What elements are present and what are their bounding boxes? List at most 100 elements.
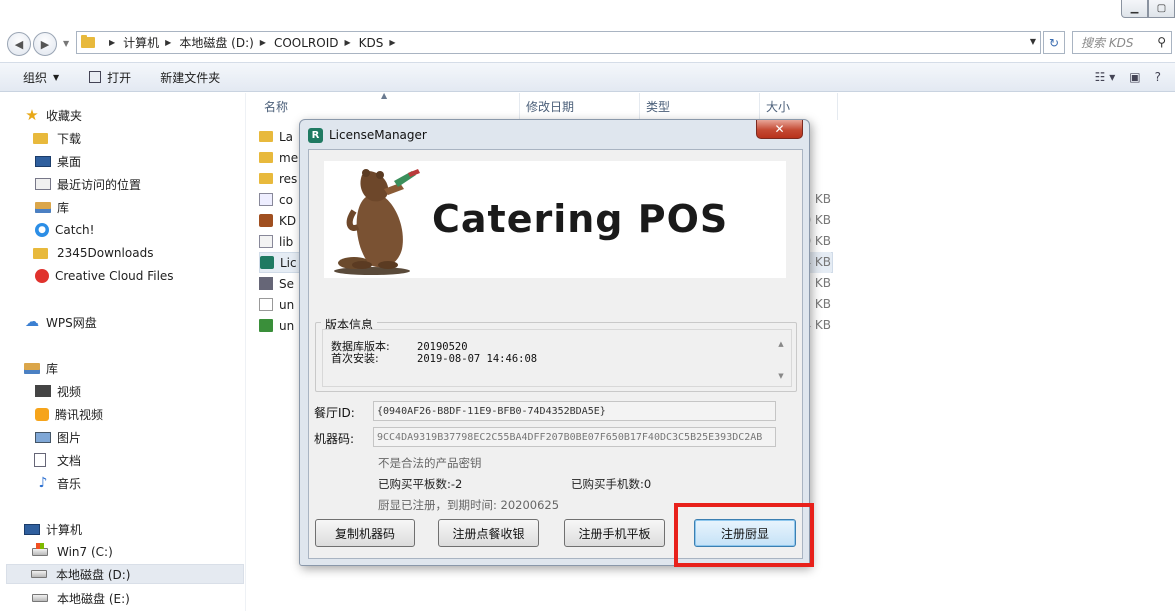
sidebar-item-label: 下载 [57,131,82,146]
music-note-icon: ♪ [38,475,48,491]
scroll-down-icon[interactable]: ▼ [778,372,783,380]
version-info-box[interactable]: 数据库版本: 20190520 首次安装: 2019-08-07 14:46:08 … [322,329,792,387]
breadcrumb-coolroid[interactable]: COOLROID [274,36,339,50]
sidebar-item-drive-c[interactable]: Win7 (C:) [32,542,113,562]
first-install-row: 首次安装: 2019-08-07 14:46:08 [331,350,537,366]
video-icon [35,385,51,397]
dialog-titlebar[interactable]: R LicenseManager [308,125,427,145]
dialog-close-button[interactable]: ✕ [756,120,803,139]
close-icon: ✕ [774,122,785,136]
sidebar-item-drive-e[interactable]: 本地磁盘 (E:) [32,588,130,608]
window-titlebar: ▁ ▢ [0,0,1175,26]
chevron-right-icon[interactable]: ▶ [389,38,395,47]
recent-pages-dropdown-icon[interactable]: ▼ [63,39,69,48]
file-name: Lic [280,255,297,270]
address-history-dropdown-icon[interactable]: ▼ [1030,37,1036,46]
windows-drive-icon [32,543,48,556]
sidebar-item-2345downloads[interactable]: 2345Downloads [32,243,154,263]
beaver-mascot-icon [334,169,420,275]
column-header-modified[interactable]: 修改日期 [520,93,640,120]
kds-registration-status: 厨显已注册，到期时间: 20200625 [378,498,560,512]
view-controls: ☷ ▾ ▣ ? [1095,63,1175,91]
open-button[interactable]: 打开 [89,69,131,86]
breadcrumb-drive-d[interactable]: 本地磁盘 (D:) [179,34,253,51]
help-icon[interactable]: ? [1155,70,1161,84]
register-mobile-tablet-button[interactable]: 注册手机平板 [564,519,665,547]
minimize-button[interactable]: ▁ [1121,0,1148,18]
sidebar-item-label: 腾讯视频 [55,407,104,422]
chevron-right-icon[interactable]: ▶ [109,38,115,47]
star-icon: ★ [25,106,39,124]
sidebar-item-wps-cloud[interactable]: ☁ WPS网盘 [24,312,97,332]
sidebar-item-catch[interactable]: ● Catch! [35,220,94,240]
sidebar-item-drive-d[interactable]: 本地磁盘 (D:) [6,564,244,584]
sidebar-item-label: 2345Downloads [57,246,154,260]
sidebar-item-videos[interactable]: 视频 [35,381,81,401]
desktop-icon [35,155,51,167]
version-info-group: 版本信息 数据库版本: 20190520 首次安装: 2019-08-07 14:4… [315,316,797,392]
sidebar-item-documents[interactable]: 文档 [34,450,81,470]
sidebar-item-label: 桌面 [57,154,82,169]
product-name: Catering POS [432,197,729,241]
sidebar-item-downloads[interactable]: 下载 [32,128,82,148]
file-name: La [279,129,294,144]
sidebar-item-tencent-video[interactable]: 腾讯视频 [35,404,103,424]
sidebar-favorites[interactable]: ★ 收藏夹 [24,105,82,125]
library-file-icon [259,235,273,248]
back-button[interactable]: ◀ [7,32,31,56]
machine-code-field[interactable]: 9CC4DA9319B37798EC2C55BA4DFF207B0BE07F65… [373,427,776,447]
sidebar-item-desktop[interactable]: 桌面 [35,151,81,171]
sidebar-libraries[interactable]: 库 [24,358,58,378]
search-input[interactable]: 搜索 KDS ⚲ [1072,31,1172,54]
sidebar-item-music[interactable]: ♪ 音乐 [35,473,81,493]
product-banner: Catering POS [324,161,786,278]
sidebar-item-label: Win7 (C:) [57,545,113,559]
sidebar-item-label: 音乐 [57,476,82,491]
first-install-value: 2019-08-07 14:46:08 [417,353,538,365]
column-header-size[interactable]: 大小 [760,93,838,120]
highlight-annotation-box [674,503,814,567]
new-folder-button[interactable]: 新建文件夹 [160,69,220,86]
forward-button[interactable]: ▶ [33,32,57,56]
file-name: lib [279,234,294,249]
chevron-right-icon[interactable]: ▶ [165,38,171,47]
breadcrumb-computer[interactable]: 计算机 [123,34,159,51]
license-manager-dialog: R LicenseManager ✕ Catering POS 版本信息 数据库… [299,119,810,566]
view-options-icon[interactable]: ☷ ▾ [1095,70,1116,84]
info-scrollbar[interactable]: ▲ ▼ [775,340,787,380]
register-pos-button[interactable]: 注册点餐收银 [438,519,539,547]
refresh-button[interactable]: ↻ [1043,31,1065,54]
tencent-video-icon [35,407,49,421]
sidebar-item-library-shortcut[interactable]: 库 [35,197,69,217]
column-header-name[interactable]: 名称 [258,93,520,120]
maximize-button[interactable]: ▢ [1148,0,1175,18]
arrow-right-icon: ▶ [40,37,50,51]
recent-places-icon [35,178,51,190]
chevron-down-icon: ▼ [53,72,60,82]
scroll-up-icon[interactable]: ▲ [778,340,783,348]
new-folder-label: 新建文件夹 [160,70,221,85]
file-name: co [279,192,293,207]
breadcrumb-kds[interactable]: KDS [359,36,384,50]
hard-drive-icon [31,570,47,578]
open-icon [89,71,102,83]
document-icon [34,453,46,467]
chevron-right-icon[interactable]: ▶ [260,38,266,47]
config-file-icon [259,193,273,206]
sidebar-item-recent-places[interactable]: 最近访问的位置 [35,174,141,194]
sidebar-item-creative-cloud[interactable]: Creative Cloud Files [35,266,174,286]
search-icon[interactable]: ⚲ [1157,35,1166,49]
folder-icon [259,152,273,163]
copy-machine-code-button[interactable]: 复制机器码 [315,519,415,547]
organize-menu[interactable]: 组织 ▼ [23,69,59,86]
chevron-right-icon[interactable]: ▶ [344,38,350,47]
restaurant-id-field[interactable]: {0940AF26-B8DF-11E9-BFB0-74D4352BDA5E} [373,401,776,421]
column-header-type[interactable]: 类型 [640,93,760,120]
open-label: 打开 [107,70,132,85]
sidebar-computer[interactable]: 计算机 [24,519,82,539]
address-bar[interactable]: ▶ 计算机 ▶ 本地磁盘 (D:) ▶ COOLROID ▶ KDS ▶ ▼ [76,31,1041,54]
search-placeholder: 搜索 KDS [1081,36,1134,50]
sidebar-item-label: 视频 [57,384,82,399]
preview-pane-icon[interactable]: ▣ [1129,70,1140,84]
sidebar-item-pictures[interactable]: 图片 [35,427,81,447]
